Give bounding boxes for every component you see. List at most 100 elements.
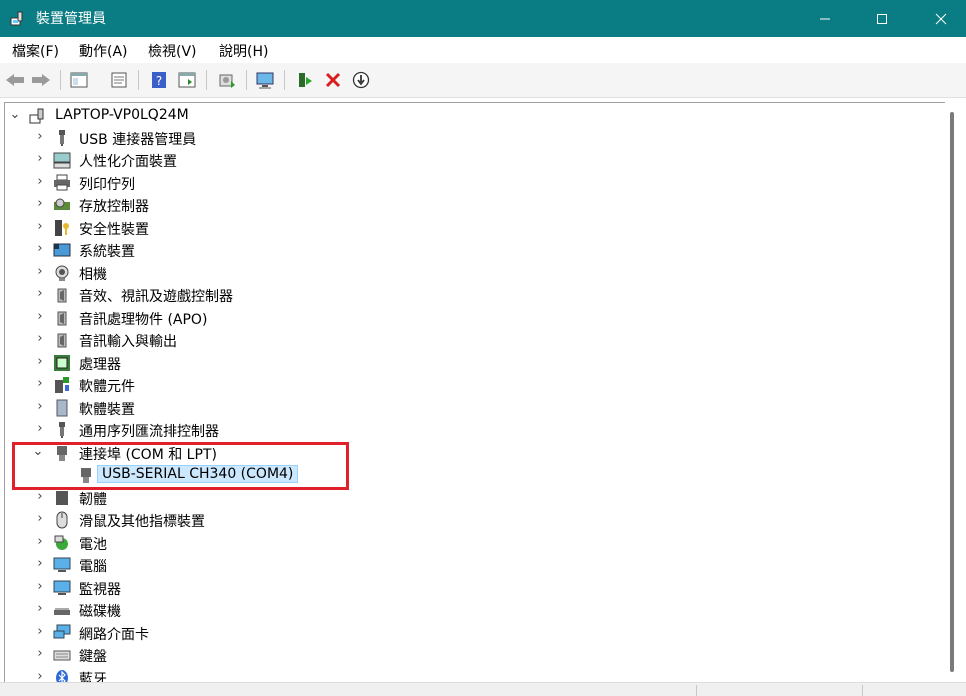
chevron-right-icon[interactable]: › — [33, 535, 47, 549]
keyboard-icon — [53, 650, 71, 661]
vertical-scrollbar[interactable] — [946, 102, 964, 682]
chevron-right-icon[interactable]: › — [33, 130, 47, 144]
tree-item[interactable]: › 音訊處理物件 (APO) — [5, 307, 945, 329]
chevron-right-icon[interactable]: › — [33, 377, 47, 391]
tree-item[interactable]: › 列印佇列 — [5, 172, 945, 194]
tree-root-label: LAPTOP-VP0LQ24M — [55, 107, 189, 123]
disable-device-icon — [352, 71, 370, 89]
speaker-icon — [57, 288, 67, 303]
tree-item[interactable]: › USB 連接器管理員 — [5, 127, 945, 149]
close-button[interactable] — [918, 0, 964, 37]
help-button[interactable]: ? — [148, 69, 170, 91]
tree-item[interactable]: › 音訊輸入與輸出 — [5, 329, 945, 351]
chevron-right-icon[interactable]: › — [33, 242, 47, 256]
chevron-right-icon[interactable]: › — [33, 512, 47, 526]
tree-item[interactable]: › 藍牙 — [5, 667, 945, 683]
chevron-right-icon[interactable]: › — [33, 152, 47, 166]
enable-device-button[interactable] — [294, 69, 316, 91]
chevron-right-icon[interactable]: › — [33, 647, 47, 661]
chevron-right-icon[interactable]: › — [33, 422, 47, 436]
minimize-button[interactable] — [802, 0, 848, 37]
menu-bar: 檔案(F) 動作(A) 檢視(V) 說明(H) — [0, 37, 966, 63]
show-hide-console-tree-button[interactable] — [68, 69, 90, 91]
device-tree[interactable]: ⌄ LAPTOP-VP0LQ24M › USB 連接器管理員 › 人性化介面裝置… — [4, 102, 945, 683]
speaker-icon — [57, 333, 67, 348]
chevron-right-icon[interactable]: › — [33, 265, 47, 279]
forward-button[interactable] — [30, 69, 52, 91]
tree-item[interactable]: › 網路介面卡 — [5, 622, 945, 644]
tree-item[interactable]: › 磁碟機 — [5, 599, 945, 621]
back-button[interactable] — [4, 69, 26, 91]
tree-item[interactable]: › 滑鼠及其他指標裝置 — [5, 509, 945, 531]
action-pane-icon — [178, 72, 196, 88]
status-bar — [0, 682, 966, 696]
toolbar: ? — [0, 63, 966, 98]
tree-item[interactable]: › 軟體元件 — [5, 374, 945, 396]
tree-item[interactable]: › 韌體 — [5, 487, 945, 509]
chevron-right-icon[interactable]: › — [33, 400, 47, 414]
storage-controller-icon — [54, 198, 70, 210]
svg-text:?: ? — [156, 74, 162, 88]
chevron-right-icon[interactable]: › — [33, 175, 47, 189]
chevron-right-icon[interactable]: › — [33, 332, 47, 346]
chevron-down-icon[interactable]: ⌄ — [8, 108, 22, 122]
update-driver-icon — [219, 74, 235, 88]
menu-view[interactable]: 檢視(V) — [148, 41, 197, 61]
chevron-right-icon[interactable]: › — [33, 355, 47, 369]
computer-icon — [53, 557, 71, 572]
menu-file[interactable]: 檔案(F) — [12, 41, 59, 61]
tree-item[interactable]: › 系統裝置 — [5, 239, 945, 261]
tree-item[interactable]: › 音效、視訊及遊戲控制器 — [5, 284, 945, 306]
chevron-right-icon[interactable]: › — [33, 580, 47, 594]
maximize-button[interactable] — [859, 0, 905, 37]
show-hide-console-tree-icon — [70, 72, 88, 88]
security-device-icon — [55, 220, 69, 236]
update-driver-button[interactable] — [216, 69, 238, 91]
camera-icon — [55, 265, 69, 281]
tree-root[interactable]: ⌄ LAPTOP-VP0LQ24M — [5, 105, 945, 127]
uninstall-device-icon — [325, 72, 341, 88]
processor-icon — [54, 355, 70, 371]
tree-item[interactable]: › 人性化介面裝置 — [5, 149, 945, 171]
tree-item[interactable]: › 鍵盤 — [5, 644, 945, 666]
tree-item[interactable]: › 安全性裝置 — [5, 217, 945, 239]
printer-icon — [54, 174, 70, 191]
tree-item[interactable]: › 相機 — [5, 262, 945, 284]
chevron-right-icon[interactable]: › — [33, 602, 47, 616]
software-component-icon — [55, 377, 69, 393]
tree-item[interactable]: › 監視器 — [5, 577, 945, 599]
maximize-icon — [877, 13, 887, 24]
tree-item[interactable]: › 電腦 — [5, 554, 945, 576]
close-icon — [935, 13, 947, 24]
chevron-right-icon[interactable]: › — [33, 197, 47, 211]
chevron-right-icon[interactable]: › — [33, 287, 47, 301]
chevron-right-icon[interactable]: › — [33, 310, 47, 324]
tree-item[interactable]: › 處理器 — [5, 352, 945, 374]
action-pane-button[interactable] — [176, 69, 198, 91]
annotation-highlight-box — [12, 442, 349, 490]
disk-drive-icon — [54, 608, 70, 615]
scan-hardware-icon — [256, 72, 274, 89]
scan-hardware-button[interactable] — [254, 69, 276, 91]
chevron-right-icon[interactable]: › — [33, 625, 47, 639]
forward-icon — [32, 74, 50, 86]
menu-action[interactable]: 動作(A) — [79, 41, 128, 61]
chevron-right-icon[interactable]: › — [33, 490, 47, 504]
chevron-right-icon[interactable]: › — [33, 557, 47, 571]
tree-item[interactable]: › 通用序列匯流排控制器 — [5, 419, 945, 441]
uninstall-device-button[interactable] — [322, 69, 344, 91]
tree-item[interactable]: › 存放控制器 — [5, 194, 945, 216]
properties-button[interactable] — [108, 69, 130, 91]
chevron-right-icon[interactable]: › — [33, 220, 47, 234]
menu-help[interactable]: 說明(H) — [219, 41, 268, 61]
properties-icon — [111, 72, 127, 88]
monitor-icon — [53, 580, 71, 595]
scroll-thumb[interactable] — [950, 112, 954, 672]
mouse-icon — [56, 511, 68, 529]
disable-device-button[interactable] — [350, 69, 372, 91]
tree-item[interactable]: › 軟體裝置 — [5, 397, 945, 419]
back-icon — [6, 74, 24, 86]
tree-item[interactable]: › 電池 — [5, 532, 945, 554]
enable-device-icon — [299, 73, 312, 87]
system-device-icon — [53, 243, 71, 257]
